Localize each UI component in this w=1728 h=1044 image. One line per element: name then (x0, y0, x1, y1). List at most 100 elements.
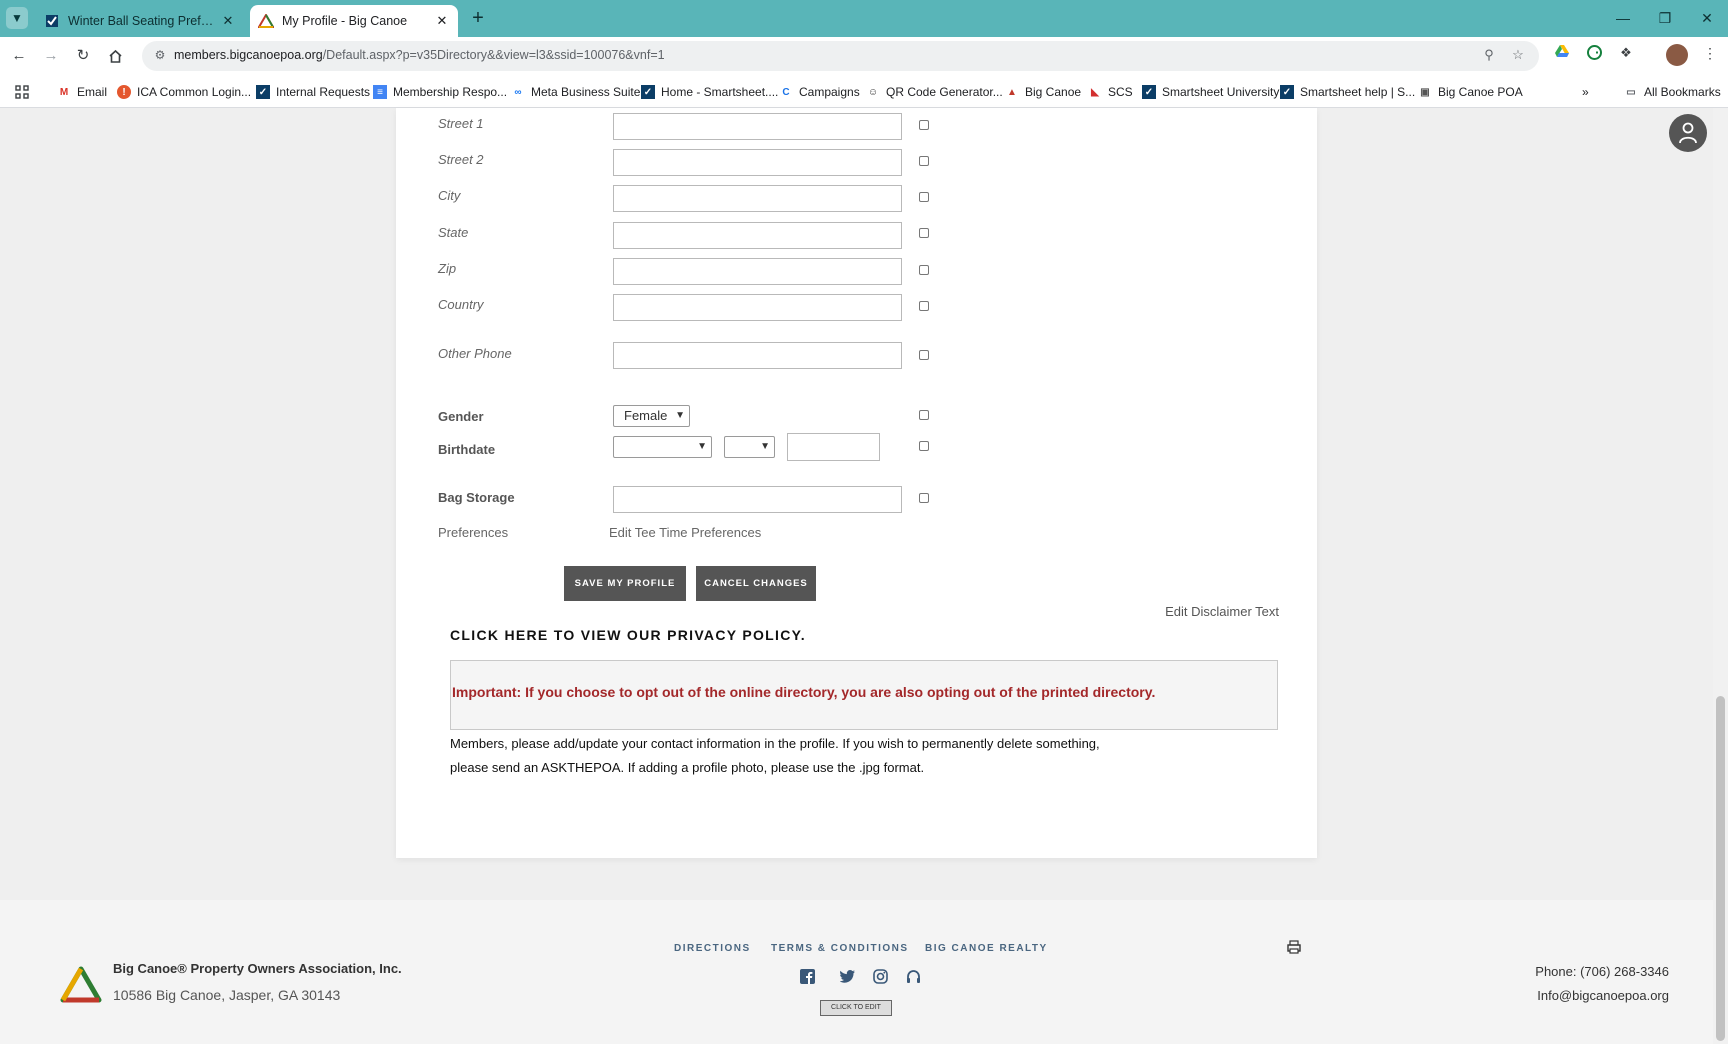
gender-selected-value: Female (624, 408, 668, 423)
big-canoe-logo-icon (60, 966, 102, 1003)
state-label: State (438, 225, 469, 240)
birthdate-private-checkbox[interactable] (919, 441, 929, 451)
bookmark-label: Membership Respo... (393, 85, 508, 99)
podcast-icon[interactable] (905, 968, 921, 984)
extensions-puzzle-icon[interactable]: ❖ (1616, 45, 1636, 65)
birth-day-select[interactable]: ▼ (724, 436, 775, 458)
bookmarks-bar: M Email ! ICA Common Login... ✓ Internal Re… (0, 75, 1728, 108)
birth-month-select[interactable]: ▼ (613, 436, 712, 458)
bookmark-campaigns[interactable]: C Campaigns (779, 83, 860, 101)
bookmark-star-icon[interactable]: ☆ (1509, 47, 1527, 65)
forward-button[interactable]: → (40, 45, 62, 67)
bookmark-scs[interactable]: ◣ SCS (1088, 83, 1133, 101)
footer-email-link[interactable]: Info@bigcanoepoa.org (1537, 988, 1669, 1003)
facebook-icon[interactable] (799, 968, 815, 984)
members-instructions: Members, please add/update your contact … (450, 732, 1150, 780)
home-button[interactable] (104, 45, 126, 67)
big-canoe-icon: ▣ (1420, 86, 1430, 98)
gender-select[interactable]: Female ▼ (613, 405, 690, 427)
bookmark-label: Smartsheet University (1162, 85, 1280, 99)
bookmark-ica[interactable]: ! ICA Common Login... (117, 83, 251, 101)
state-input[interactable] (613, 222, 902, 249)
bookmark-membership[interactable]: ≡ Membership Respo... (373, 83, 507, 101)
tab-my-profile[interactable]: My Profile - Big Canoe ✕ (250, 5, 458, 37)
bookmarks-overflow-button[interactable]: » (1582, 83, 1589, 101)
footer-link-realty[interactable]: BIG CANOE REALTY (925, 943, 1048, 954)
arrow-right-icon: → (43, 47, 59, 64)
members-instructions-line: please send an ASKTHEPOA. If adding a pr… (450, 760, 925, 775)
google-drive-icon[interactable] (1552, 45, 1572, 65)
bag-storage-private-checkbox[interactable] (919, 493, 929, 503)
country-input[interactable] (613, 294, 902, 321)
member-profile-button[interactable] (1669, 114, 1707, 152)
reload-button[interactable]: ↻ (72, 45, 94, 67)
grammarly-icon[interactable] (1584, 45, 1604, 65)
bag-storage-input[interactable] (613, 486, 902, 513)
country-private-checkbox[interactable] (919, 301, 929, 311)
close-window-button[interactable]: ✕ (1686, 0, 1728, 37)
plus-icon: + (472, 7, 484, 29)
footer-link-directions[interactable]: DIRECTIONS (674, 943, 751, 954)
bookmark-label: All Bookmarks (1644, 85, 1721, 99)
bookmark-smartsheet-home[interactable]: ✓ Home - Smartsheet.... (641, 83, 778, 101)
opt-out-notice: Important: If you choose to opt out of t… (450, 660, 1278, 730)
bookmark-email[interactable]: M Email (57, 83, 107, 101)
tab-title: My Profile - Big Canoe (282, 14, 408, 28)
all-bookmarks-button[interactable]: ▭ All Bookmarks (1624, 83, 1721, 101)
zip-input[interactable] (613, 258, 902, 285)
site-info-icon[interactable]: ⚙ (152, 48, 168, 64)
city-private-checkbox[interactable] (919, 192, 929, 202)
save-profile-button[interactable]: SAVE MY PROFILE (564, 566, 686, 601)
edit-tee-time-preferences-link[interactable]: Edit Tee Time Preferences (609, 525, 761, 540)
footer-link-terms[interactable]: TERMS & CONDITIONS (771, 943, 909, 954)
bookmark-smartsheet-help[interactable]: ✓ Smartsheet help | S... (1280, 83, 1415, 101)
close-icon[interactable]: ✕ (434, 13, 450, 29)
gender-private-checkbox[interactable] (919, 410, 929, 420)
bookmark-meta[interactable]: ∞ Meta Business Suite (511, 83, 640, 101)
click-to-edit-button[interactable]: CLICK TO EDIT (820, 1000, 892, 1016)
state-private-checkbox[interactable] (919, 228, 929, 238)
tab-search-button[interactable]: ▼ (6, 7, 28, 29)
bookmark-label: Big Canoe POA (1438, 85, 1523, 99)
street1-input[interactable] (613, 113, 902, 140)
page-scrollbar-thumb[interactable] (1716, 696, 1725, 1041)
twitter-icon[interactable] (839, 968, 855, 984)
address-bar[interactable]: ⚙ members.bigcanoepoa.org/Default.aspx?p… (142, 41, 1539, 71)
cancel-changes-button[interactable]: CANCEL CHANGES (696, 566, 816, 601)
restore-button[interactable]: ❐ (1644, 0, 1686, 37)
print-icon[interactable] (1287, 940, 1301, 954)
zoom-icon[interactable]: ⚲ (1480, 47, 1498, 65)
privacy-policy-link[interactable]: CLICK HERE TO VIEW OUR PRIVACY POLICY. (450, 627, 806, 643)
instagram-icon[interactable] (872, 968, 888, 984)
bookmark-big-canoe[interactable]: ▲ Big Canoe (1005, 83, 1081, 101)
street2-private-checkbox[interactable] (919, 156, 929, 166)
edit-disclaimer-link[interactable]: Edit Disclaimer Text (1165, 604, 1279, 619)
url-text[interactable]: members.bigcanoepoa.org/Default.aspx?p=v… (174, 48, 665, 62)
profile-avatar-icon[interactable] (1666, 44, 1688, 66)
kebab-menu-icon[interactable]: ⋮ (1700, 45, 1720, 65)
smartsheet-icon: ✓ (256, 85, 270, 99)
tab-winter-ball[interactable]: Winter Ball Seating Preferences ✕ (36, 5, 244, 37)
bookmark-label: Internal Requests (276, 85, 371, 99)
street2-input[interactable] (613, 149, 902, 176)
zip-private-checkbox[interactable] (919, 265, 929, 275)
birth-year-input[interactable] (787, 433, 880, 461)
minimize-button[interactable]: — (1602, 0, 1644, 37)
new-tab-button[interactable]: + (466, 6, 490, 30)
bookmark-internal-requests[interactable]: ✓ Internal Requests (256, 83, 370, 101)
profile-form-card: Street 1 Street 2 City State Zip Country… (396, 108, 1317, 858)
bookmark-big-canoe-poa[interactable]: ▣ Big Canoe POA (1418, 83, 1523, 101)
apps-button[interactable] (15, 83, 29, 101)
close-icon[interactable]: ✕ (220, 13, 236, 29)
back-button[interactable]: ← (8, 45, 30, 67)
other-phone-input[interactable] (613, 342, 902, 369)
city-input[interactable] (613, 185, 902, 212)
bookmark-qr-code[interactable]: ☺ QR Code Generator... (866, 83, 1003, 101)
bookmark-label: Campaigns (799, 85, 860, 99)
chevron-down-icon: ▼ (11, 11, 23, 25)
ica-icon: ! (117, 85, 131, 99)
bookmark-smartsheet-university[interactable]: ✓ Smartsheet University (1142, 83, 1279, 101)
browser-toolbar: ← → ↻ ⚙ members.bigcanoepoa.org/Default.… (0, 37, 1728, 75)
street1-private-checkbox[interactable] (919, 120, 929, 130)
other-phone-private-checkbox[interactable] (919, 350, 929, 360)
